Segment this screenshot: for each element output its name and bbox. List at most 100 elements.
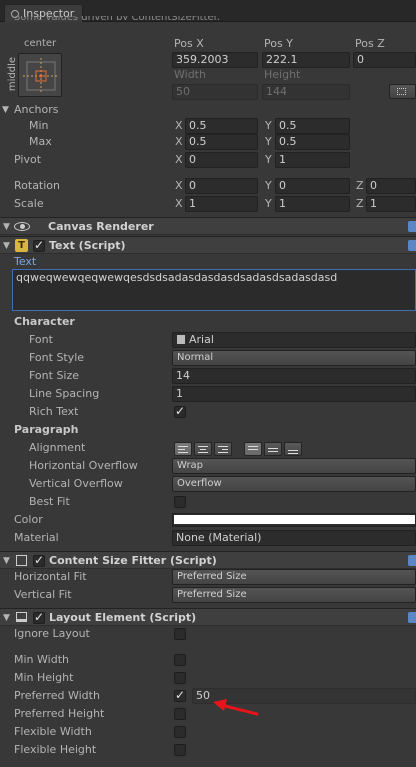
anchors-label[interactable]: Anchors [14,102,59,118]
preferred-width-checkbox[interactable] [174,688,186,702]
font-size-field[interactable]: 14 [172,368,416,384]
pos-x-field[interactable]: 359.2003 [172,52,258,68]
rotation-z-field[interactable]: 0 [366,178,416,194]
ignore-layout-label: Ignore Layout [14,627,90,640]
height-header: Height [264,68,301,81]
anchor-max-label: Max [29,135,52,148]
font-label: Font [29,333,53,346]
rich-text-checkbox[interactable] [174,404,186,418]
pos-y-field[interactable]: 222.1 [262,52,350,68]
layout-element-header[interactable]: ▼ Layout Element (Script) [0,608,416,626]
scale-z-field[interactable]: 1 [366,196,416,212]
ignore-layout-checkbox[interactable] [174,628,186,640]
anchor-max-x-field[interactable]: 0.5 [185,134,258,150]
anchor-min-y-field[interactable]: 0.5 [275,118,350,134]
rotation-z-label: Z [356,179,364,192]
blueprint-icon [397,88,406,95]
text-component-icon: T [15,239,28,252]
best-fit-checkbox[interactable] [174,496,186,508]
text-script-header[interactable]: ▼ T Text (Script) [0,236,416,254]
rotation-y-field[interactable]: 0 [275,178,350,194]
color-swatch [174,515,415,524]
scale-x-label: X [175,197,183,210]
width-header: Width [174,68,206,81]
canvas-renderer-header[interactable]: ▼ Canvas Renderer [0,217,416,235]
help-book-icon[interactable] [408,221,416,232]
preferred-height-label: Preferred Height [14,707,105,720]
align-right-button[interactable] [214,442,232,456]
vertical-overflow-label: Vertical Overflow [29,477,123,490]
text-label: Text [14,255,37,268]
horizontal-fit-label: Horizontal Fit [14,570,87,583]
scale-x-field[interactable]: 1 [185,196,258,212]
pos-z-header: Pos Z [355,37,385,50]
vertical-overflow-dropdown[interactable]: Overflow [172,476,416,492]
pivot-y-label: Y [265,153,272,166]
align-top-button[interactable] [244,442,262,456]
align-center-button[interactable] [194,442,212,456]
min-height-checkbox[interactable] [174,672,186,684]
text-area[interactable]: qqweqwewqeqwewqesdsdsadasdasdasdsadasdsa… [12,269,416,311]
layout-element-enabled-checkbox[interactable] [33,610,45,624]
foldout-arrow-icon: ▼ [3,241,10,251]
help-book-icon[interactable] [408,555,416,566]
line-spacing-label: Line Spacing [29,387,100,400]
scale-y-label: Y [265,197,272,210]
anchors-foldout-arrow[interactable]: ▼ [2,102,9,118]
alignment-label: Alignment [29,441,86,454]
anchor-preset-icon [23,58,59,94]
scale-label: Scale [14,197,44,210]
anchor-preset-button[interactable] [18,53,62,97]
preferred-height-checkbox[interactable] [174,708,186,720]
align-bottom-button[interactable] [284,442,302,456]
horizontal-overflow-dropdown[interactable]: Wrap [172,458,416,474]
scale-y-field[interactable]: 1 [275,196,350,212]
line-spacing-field[interactable]: 1 [172,386,416,402]
anchor-min-x-field[interactable]: 0.5 [185,118,258,134]
preferred-width-label: Preferred Width [14,689,100,702]
pivot-x-field[interactable]: 0 [185,152,258,168]
align-middle-button[interactable] [264,442,282,456]
vertical-fit-dropdown[interactable]: Preferred Size [172,587,416,603]
rich-text-label: Rich Text [29,405,79,418]
vertical-fit-label: Vertical Fit [14,588,72,601]
color-field[interactable] [172,513,416,527]
min-height-label: Min Height [14,671,74,684]
color-label: Color [14,513,43,526]
pos-y-header: Pos Y [264,37,293,50]
raw-edit-button[interactable] [389,84,416,99]
canvas-renderer-title: Canvas Renderer [48,220,154,233]
anchor-max-y-label: Y [265,135,272,148]
content-size-fitter-icon [16,555,27,566]
help-book-icon[interactable] [408,612,416,623]
width-field: 50 [172,84,258,100]
pos-z-field[interactable]: 0 [353,52,416,68]
text-script-enabled-checkbox[interactable] [33,238,45,252]
foldout-arrow-icon: ▼ [3,222,10,232]
content-size-fitter-title: Content Size Fitter (Script) [49,554,217,567]
rotation-x-field[interactable]: 0 [185,178,258,194]
pos-x-header: Pos X [174,37,204,50]
layout-element-title: Layout Element (Script) [49,611,197,624]
character-section-label: Character [14,315,75,328]
flexible-height-label: Flexible Height [14,743,97,756]
foldout-arrow-icon: ▼ [3,613,10,623]
anchor-max-y-field[interactable]: 0.5 [275,134,350,150]
align-left-button[interactable] [174,442,192,456]
eye-icon [14,222,30,231]
horizontal-fit-dropdown[interactable]: Preferred Size [172,569,416,585]
rotation-label: Rotation [14,179,61,192]
content-size-fitter-header[interactable]: ▼ Content Size Fitter (Script) [0,551,416,569]
min-width-label: Min Width [14,653,69,666]
flexible-height-checkbox[interactable] [174,744,186,756]
min-width-checkbox[interactable] [174,654,186,666]
text-script-title: Text (Script) [49,239,126,252]
flexible-width-checkbox[interactable] [174,726,186,738]
font-field[interactable]: Arial [172,332,416,348]
font-style-dropdown[interactable]: Normal [172,350,416,366]
material-field[interactable]: None (Material) [172,530,416,546]
pivot-y-field[interactable]: 1 [275,152,350,168]
anchor-min-label: Min [29,119,49,132]
help-book-icon[interactable] [408,240,416,251]
content-size-fitter-enabled-checkbox[interactable] [33,553,45,567]
